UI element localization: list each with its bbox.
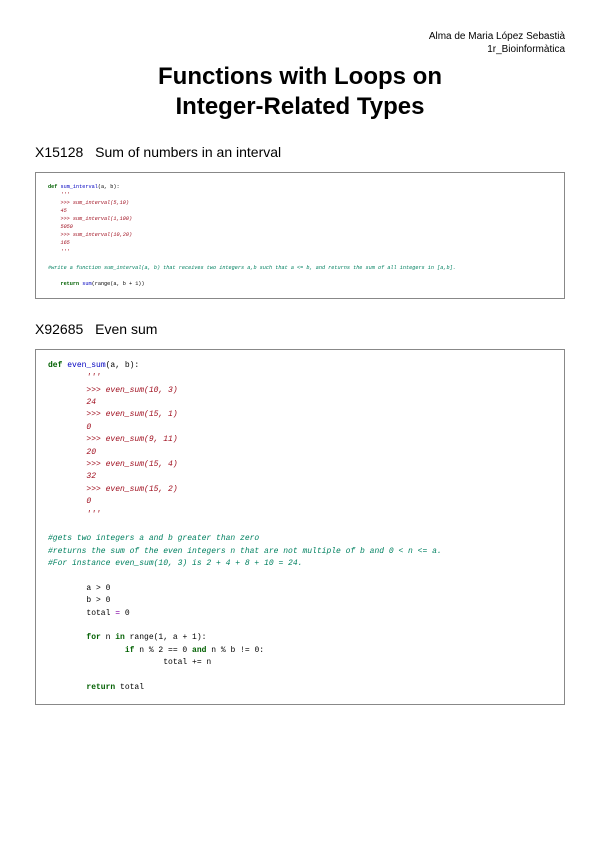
doc-open: ''' bbox=[48, 373, 101, 382]
doc-close: ''' bbox=[48, 249, 70, 255]
doc-line: 20 bbox=[48, 448, 96, 457]
code-block-1: def sum_interval(a, b): ''' >>> sum_inte… bbox=[35, 172, 565, 299]
doc-line: >>> sum_interval(5,10) bbox=[48, 200, 129, 206]
doc-line: >>> sum_interval(1,100) bbox=[48, 216, 132, 222]
if-cond2: n % b != 0: bbox=[206, 646, 264, 655]
params: (a, b): bbox=[106, 361, 140, 370]
page-title: Functions with Loops on Integer-Related … bbox=[35, 62, 565, 122]
doc-line: 45 bbox=[48, 208, 67, 214]
exercise-id-2: X92685 bbox=[35, 321, 83, 337]
doc-line: 165 bbox=[48, 240, 70, 246]
comment-line: #write a function sum_interval(a, b) tha… bbox=[48, 265, 456, 271]
doc-line: 0 bbox=[48, 423, 91, 432]
doc-open: ''' bbox=[48, 192, 70, 198]
fn-name: even_sum bbox=[67, 361, 105, 370]
exercise-id-1: X15128 bbox=[35, 144, 83, 160]
if-cond1: n % 2 == 0 bbox=[134, 646, 192, 655]
author-name: Alma de Maria López Sebastià bbox=[35, 30, 565, 43]
kw-def: def bbox=[48, 361, 62, 370]
doc-line: >>> even_sum(10, 3) bbox=[48, 386, 178, 395]
doc-line: 5050 bbox=[48, 224, 73, 230]
fn-name: sum_interval bbox=[60, 184, 97, 190]
doc-line: >>> even_sum(15, 1) bbox=[48, 410, 178, 419]
comment-line: #For instance even_sum(10, 3) is 2 + 4 +… bbox=[48, 559, 302, 568]
section-heading-1: X15128 Sum of numbers in an interval bbox=[35, 144, 565, 160]
doc-line: >>> even_sum(15, 2) bbox=[48, 485, 178, 494]
doc-line: 0 bbox=[48, 497, 91, 506]
comment-line: #returns the sum of the even integers n … bbox=[48, 547, 442, 556]
doc-line: 32 bbox=[48, 472, 96, 481]
fn-sum: sum bbox=[82, 281, 91, 287]
section-heading-2: X92685 Even sum bbox=[35, 321, 565, 337]
body-rhs: 0 bbox=[125, 609, 130, 618]
doc-line: 24 bbox=[48, 398, 96, 407]
params: (a, b): bbox=[98, 184, 120, 190]
exercise-name-2: Even sum bbox=[95, 321, 157, 337]
document-page: Alma de Maria López Sebastià 1r_Bioinfor… bbox=[0, 0, 600, 725]
body-line: b > 0 bbox=[48, 596, 110, 605]
for-range: range(1, a + 1): bbox=[125, 633, 207, 642]
kw-return: return bbox=[86, 683, 115, 692]
body-line: a > 0 bbox=[48, 584, 110, 593]
doc-line: >>> even_sum(15, 4) bbox=[48, 460, 178, 469]
header-right: Alma de Maria López Sebastià 1r_Bioinfor… bbox=[35, 30, 565, 56]
if-body: total += n bbox=[48, 658, 211, 667]
doc-line: >>> sum_interval(10,20) bbox=[48, 232, 132, 238]
kw-return: return bbox=[60, 281, 79, 287]
doc-close: ''' bbox=[48, 510, 101, 519]
doc-line: >>> even_sum(9, 11) bbox=[48, 435, 178, 444]
body-lhs: total bbox=[48, 609, 110, 618]
kw-if: if bbox=[125, 646, 135, 655]
comment-line: #gets two integers a and b greater than … bbox=[48, 534, 259, 543]
for-var: n bbox=[101, 633, 115, 642]
course-name: 1r_Bioinformàtica bbox=[35, 43, 565, 56]
ret-rest: (range(a, b + 1)) bbox=[92, 281, 145, 287]
kw-def: def bbox=[48, 184, 57, 190]
op-eq: = bbox=[110, 609, 124, 618]
exercise-name-1: Sum of numbers in an interval bbox=[95, 144, 281, 160]
title-line-2: Integer-Related Types bbox=[176, 93, 425, 120]
kw-for: for bbox=[86, 633, 100, 642]
ret-val: total bbox=[115, 683, 144, 692]
code-block-2: def even_sum(a, b): ''' >>> even_sum(10,… bbox=[35, 349, 565, 706]
title-line-1: Functions with Loops on bbox=[158, 63, 442, 90]
kw-and: and bbox=[192, 646, 206, 655]
kw-in: in bbox=[115, 633, 125, 642]
